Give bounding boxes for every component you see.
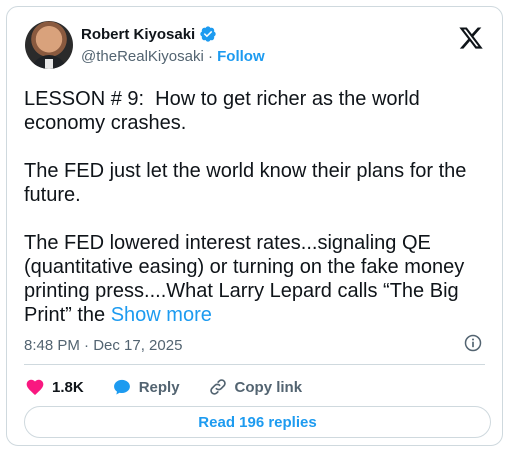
author-handle-row: @theRealKiyosaki · Follow [81, 48, 265, 65]
action-bar: 1.8K Reply Copy link [25, 377, 330, 397]
copy-link-button[interactable]: Copy link [208, 377, 303, 397]
like-button[interactable]: 1.8K [25, 377, 84, 397]
link-icon [209, 379, 226, 395]
author-name-row: Robert Kiyosaki [81, 25, 217, 43]
read-replies-label: Read 196 replies [198, 413, 317, 431]
tweet-text: LESSON # 9: How to get richer as the wor… [24, 87, 486, 327]
speech-bubble-icon [113, 379, 130, 395]
divider [24, 364, 485, 365]
info-icon[interactable] [463, 333, 483, 353]
tweet-card: Robert Kiyosaki @theRealKiyosaki · Follo… [6, 6, 503, 446]
read-replies-button[interactable]: Read 196 replies [24, 406, 491, 438]
avatar-shirt [45, 59, 53, 69]
verified-badge-icon [200, 26, 216, 42]
tweet-body: LESSON # 9: How to get richer as the wor… [24, 88, 467, 326]
x-logo-icon[interactable] [458, 25, 484, 51]
heart-icon [26, 379, 44, 396]
copy-link-label: Copy link [234, 378, 303, 396]
follow-button[interactable]: Follow [217, 48, 265, 65]
handle-separator: · [207, 48, 213, 65]
show-more-link[interactable]: Show more [111, 304, 212, 326]
reply-button[interactable]: Reply [112, 377, 180, 397]
reply-label: Reply [138, 378, 180, 396]
author-name[interactable]: Robert Kiyosaki [81, 26, 195, 43]
author-handle[interactable]: @theRealKiyosaki [81, 48, 204, 65]
author-avatar[interactable] [25, 21, 73, 69]
like-count: 1.8K [52, 378, 84, 396]
tweet-timestamp[interactable]: 8:48 PM · Dec 17, 2025 [24, 337, 182, 354]
